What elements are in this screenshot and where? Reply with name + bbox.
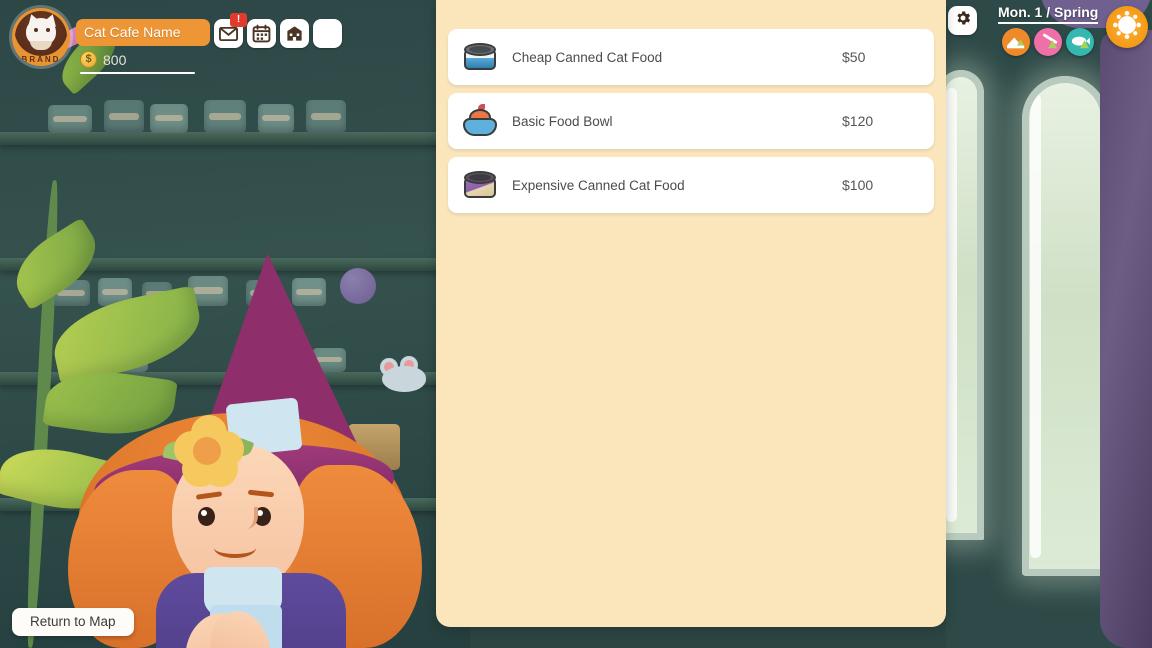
window	[1022, 76, 1108, 576]
money-display: $ 800	[80, 51, 126, 68]
money-underline	[80, 72, 195, 74]
shop-panel: Cheap Canned Cat Food $50 Basic Food Bow…	[436, 0, 946, 627]
shop-item-name: Basic Food Bowl	[512, 113, 613, 129]
shop-item-price: $50	[842, 49, 866, 65]
game-screen: BRAND Cat Cafe Name ! $ 800 Mon. 1 / Spr…	[0, 0, 1152, 648]
cafe-name-label: Cat Cafe Name	[76, 19, 210, 46]
building-icon	[280, 19, 309, 48]
curtain	[1100, 30, 1152, 648]
coin-icon: $	[80, 51, 97, 68]
mail-badge: !	[230, 13, 247, 27]
shelf-jar	[306, 100, 346, 133]
shop-item-price: $120	[842, 113, 874, 129]
shelf	[0, 132, 470, 145]
activity-icons	[1002, 28, 1094, 56]
cafe-brand-logo[interactable]: BRAND	[12, 8, 70, 66]
shop-item[interactable]: Expensive Canned Cat Food $100	[448, 157, 934, 213]
weather-button[interactable]	[1106, 6, 1148, 48]
shop-item[interactable]: Cheap Canned Cat Food $50	[448, 29, 934, 85]
shelf-jar	[204, 100, 246, 133]
gear-icon	[954, 9, 972, 32]
shelf-jar	[150, 104, 188, 133]
hat-flower	[162, 415, 255, 487]
shop-item-name: Cheap Canned Cat Food	[512, 49, 663, 65]
brand-logo-text: BRAND	[21, 55, 61, 64]
canned-food-blue-icon	[448, 40, 512, 74]
shopkeeper-character	[60, 248, 440, 648]
sun-icon	[1112, 10, 1142, 45]
fishing-rod-icon[interactable]	[1034, 28, 1062, 56]
blank-button[interactable]	[313, 19, 342, 48]
blank-icon	[313, 19, 342, 48]
return-to-map-button[interactable]: Return to Map	[12, 608, 134, 636]
settings-button[interactable]	[948, 6, 977, 35]
fish-icon[interactable]	[1066, 28, 1094, 56]
building-button[interactable]	[280, 19, 309, 48]
shelf-jar	[48, 105, 92, 133]
forage-icon[interactable]	[1002, 28, 1030, 56]
food-bowl-icon	[448, 104, 512, 138]
character-smile	[214, 538, 256, 558]
shop-item[interactable]: Basic Food Bowl $120	[448, 93, 934, 149]
shelf-jar	[104, 100, 144, 133]
calendar-button[interactable]	[247, 19, 276, 48]
shop-item-name: Expensive Canned Cat Food	[512, 177, 685, 193]
mail-button[interactable]: !	[214, 13, 247, 48]
shop-item-price: $100	[842, 177, 874, 193]
canned-food-purple-icon	[448, 168, 512, 202]
shop-item-list: Cheap Canned Cat Food $50 Basic Food Bow…	[448, 29, 934, 213]
money-value: 800	[103, 51, 127, 68]
date-label: Mon. 1 / Spring	[998, 4, 1099, 24]
calendar-icon	[247, 19, 276, 48]
shelf-jar	[258, 104, 294, 133]
